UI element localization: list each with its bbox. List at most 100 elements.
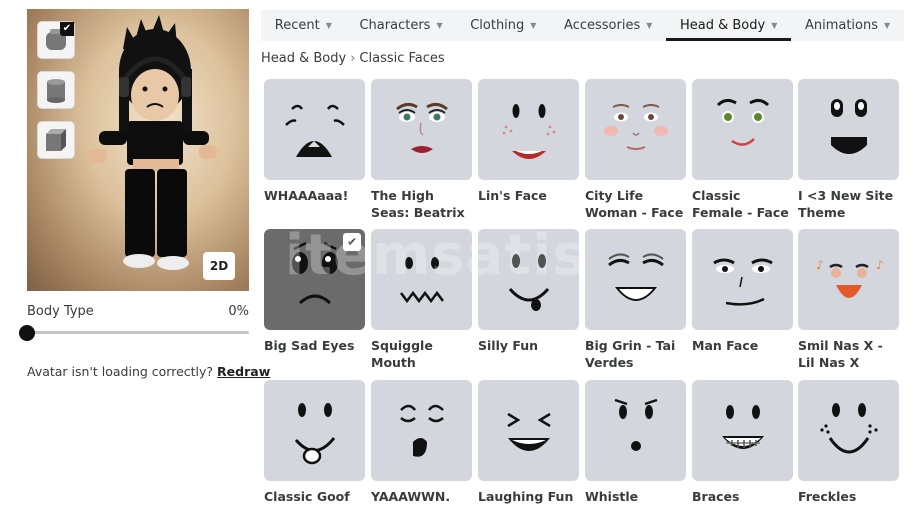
face-thumbnail[interactable] (478, 229, 579, 330)
avatar-preview[interactable]: ✔ 2D (27, 9, 249, 291)
face-name: YAAAWWN. (371, 489, 451, 504)
face-name: Freckles (798, 489, 857, 504)
tab-recent[interactable]: Recent ▼ (261, 10, 346, 41)
chevron-down-icon: ▼ (325, 21, 332, 30)
body-type-slider-handle[interactable] (19, 325, 35, 341)
face-thumbnail[interactable] (371, 380, 472, 481)
face-art (716, 98, 770, 146)
face-thumbnail[interactable] (585, 380, 686, 481)
chevron-down-icon: ▼ (530, 21, 537, 30)
face-card[interactable]: Whistle (585, 380, 686, 505)
head-thumbnail-classic[interactable]: ✔ (37, 21, 75, 59)
face-name: WHAAAaaa! (264, 188, 349, 203)
face-thumbnail[interactable]: ✔ (264, 229, 365, 330)
face-art (831, 99, 867, 154)
tab-label: Accessories (564, 18, 641, 33)
face-art (614, 398, 658, 451)
redraw-help: Avatar isn't loading correctly? Redraw (27, 364, 270, 379)
head-block-icon (46, 129, 66, 151)
selected-check-icon: ✔ (60, 22, 74, 36)
face-name: Squiggle Mouth (371, 338, 433, 370)
chevron-down-icon: ▼ (884, 21, 891, 30)
face-name: The High Seas: Beatrix The... (371, 188, 465, 220)
head-thumbnail-cylinder[interactable] (37, 71, 75, 109)
face-name: I <3 New Site Theme (798, 188, 894, 220)
face-thumbnail[interactable]: ♪ ♪ (798, 229, 899, 330)
tab-clothing[interactable]: Clothing ▼ (456, 10, 550, 41)
face-art (722, 405, 764, 449)
body-type-slider[interactable] (27, 331, 249, 334)
tab-label: Animations (804, 18, 879, 33)
face-thumbnail[interactable] (585, 79, 686, 180)
face-name: Man Face (692, 338, 759, 353)
face-thumbnail[interactable] (692, 229, 793, 330)
face-card[interactable]: Lin's Face (478, 79, 579, 204)
face-thumbnail[interactable] (478, 79, 579, 180)
face-card[interactable]: ✔ Big Sad Eyes (264, 229, 365, 354)
chevron-right-icon: › (350, 51, 356, 66)
face-thumbnail[interactable] (264, 79, 365, 180)
body-type-value: 0% (228, 304, 249, 319)
face-name: Laughing Fun (478, 489, 574, 504)
face-card[interactable]: Big Grin - Tai Verdes (585, 229, 686, 371)
chevron-down-icon: ▼ (771, 21, 778, 30)
breadcrumb-current: Classic Faces (359, 51, 445, 66)
face-name: Silly Fun (478, 338, 539, 353)
face-art (508, 254, 550, 311)
head-cylinder-icon (47, 79, 65, 103)
face-thumbnail[interactable] (371, 79, 472, 180)
face-card[interactable]: The High Seas: Beatrix The... (371, 79, 472, 221)
face-art (820, 403, 878, 454)
face-art: ♪ ♪ (816, 258, 884, 298)
tab-accessories[interactable]: Accessories ▼ (550, 10, 666, 41)
face-card[interactable]: Silly Fun (478, 229, 579, 354)
svg-text:♪: ♪ (876, 258, 884, 272)
tab-animations[interactable]: Animations ▼ (791, 10, 904, 41)
face-name: Braces (692, 489, 740, 504)
tab-label: Head & Body (679, 18, 766, 33)
tab-label: Clothing (470, 18, 525, 33)
face-thumbnail[interactable] (692, 380, 793, 481)
face-card[interactable]: Man Face (692, 229, 793, 354)
face-card[interactable]: Laughing Fun (478, 380, 579, 505)
face-thumbnail[interactable] (798, 380, 899, 481)
face-art (713, 258, 773, 306)
face-name: Big Grin - Tai Verdes (585, 338, 676, 370)
face-card[interactable]: I <3 New Site Theme (798, 79, 899, 221)
face-card[interactable]: YAAAWWN. (371, 380, 472, 505)
tab-head-body[interactable]: Head & Body ▼ (666, 10, 792, 41)
svg-text:♪: ♪ (816, 258, 824, 272)
face-thumbnail[interactable] (585, 229, 686, 330)
selected-check-icon: ✔ (343, 233, 361, 251)
face-card[interactable]: ♪ ♪ Smil Nas X - Lil Nas X (LNX) (798, 229, 899, 371)
breadcrumb: Head & Body › Classic Faces (261, 51, 445, 66)
face-art (604, 104, 668, 150)
face-thumbnail[interactable] (478, 380, 579, 481)
face-card[interactable]: Classic Goof (264, 380, 365, 505)
tab-characters[interactable]: Characters ▼ (346, 10, 457, 41)
face-art (285, 104, 345, 157)
body-type-label: Body Type (27, 304, 94, 319)
chevron-down-icon: ▼ (436, 21, 443, 30)
face-card[interactable]: Freckles (798, 380, 899, 505)
breadcrumb-parent[interactable]: Head & Body (261, 51, 346, 66)
tab-label: Recent (274, 18, 320, 33)
view-2d-toggle[interactable]: 2D (203, 252, 235, 280)
face-thumbnail[interactable] (371, 229, 472, 330)
face-thumbnail[interactable] (798, 79, 899, 180)
face-card[interactable]: Classic Female - Face (692, 79, 793, 221)
face-thumbnail[interactable] (264, 380, 365, 481)
face-name: City Life Woman - Face (585, 188, 684, 220)
face-name: Whistle (585, 489, 639, 504)
face-card[interactable]: City Life Woman - Face (585, 79, 686, 221)
head-thumbnail-block[interactable] (37, 121, 75, 159)
face-name: Classic Goof (264, 489, 350, 504)
face-card[interactable]: WHAAAaaa! (264, 79, 365, 204)
face-thumbnail[interactable] (692, 79, 793, 180)
tab-label: Characters (359, 18, 431, 33)
face-card[interactable]: Braces (692, 380, 793, 505)
face-card[interactable]: Squiggle Mouth (371, 229, 472, 371)
face-art (608, 253, 664, 301)
face-name: Smil Nas X - Lil Nas X (LNX) (798, 338, 883, 370)
redraw-link[interactable]: Redraw (217, 364, 270, 379)
